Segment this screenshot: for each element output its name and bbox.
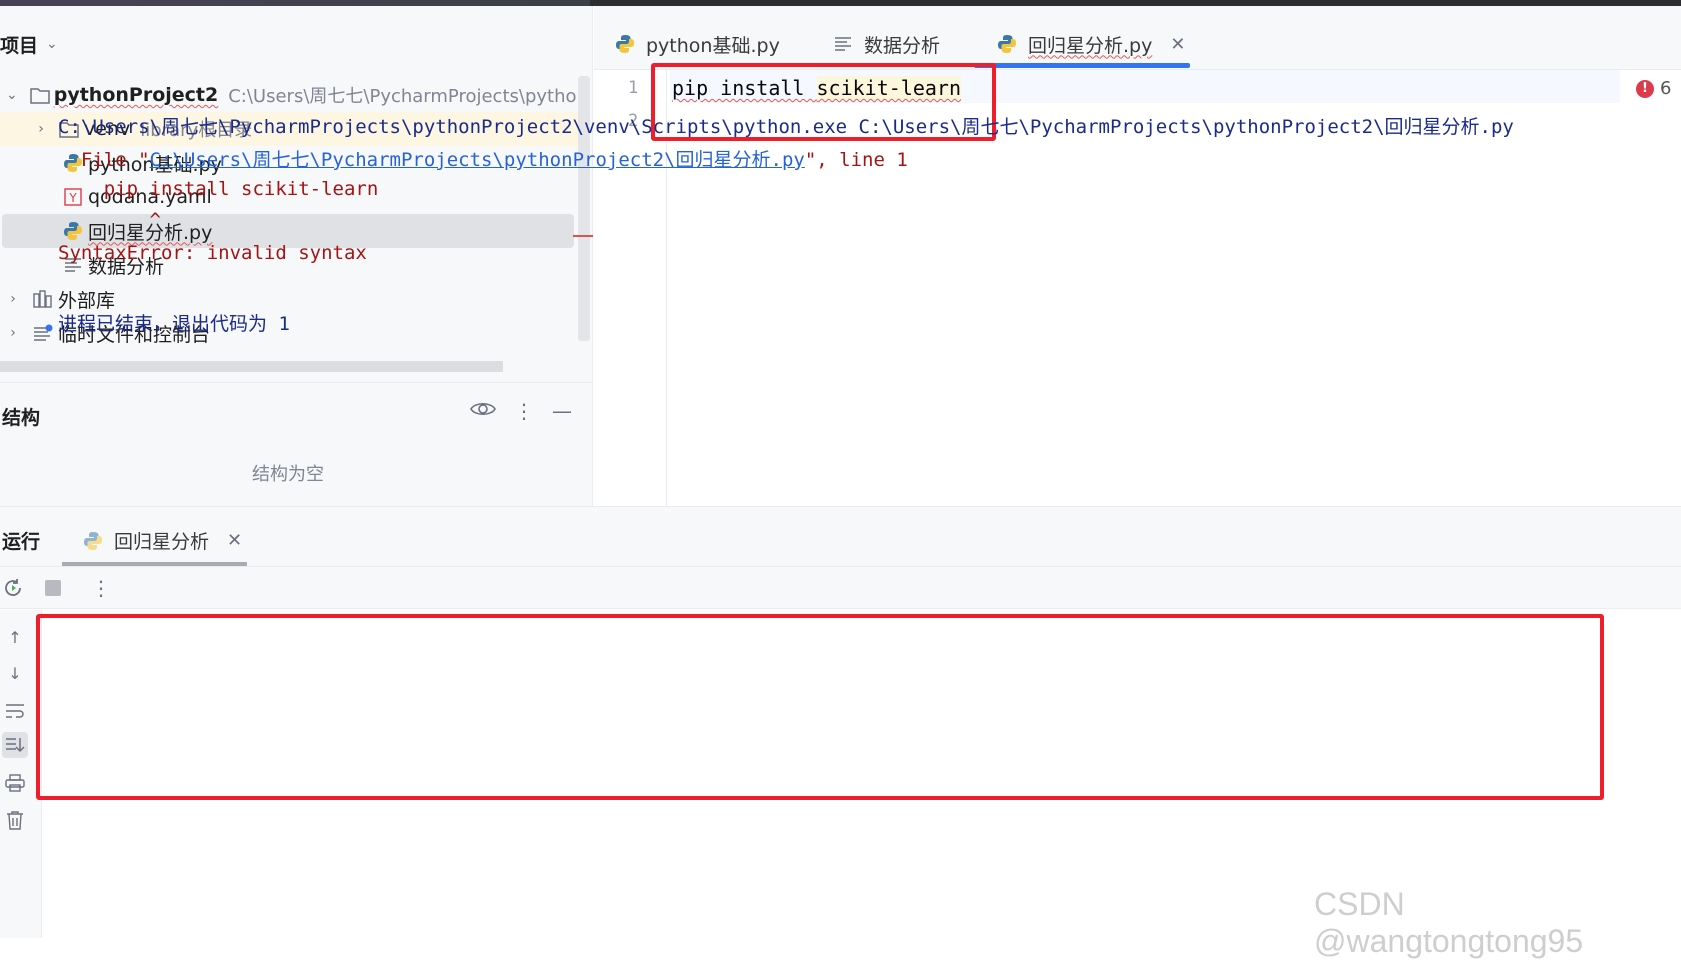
horizontal-scrollbar[interactable] bbox=[0, 361, 503, 372]
chevron-down-icon[interactable]: ⌄ bbox=[46, 36, 58, 52]
console-file-line: File "C:\Users\周七七\PycharmProjects\pytho… bbox=[58, 145, 908, 172]
project-panel-title: 项目 bbox=[0, 34, 39, 57]
console-error-line: SyntaxError: invalid syntax bbox=[58, 242, 367, 264]
console-caret-line: ^ bbox=[58, 209, 161, 231]
highlight-box-console bbox=[36, 614, 1604, 800]
chevron-right-icon[interactable]: › bbox=[6, 291, 20, 307]
python-file-icon bbox=[996, 33, 1018, 55]
trash-icon[interactable] bbox=[2, 807, 28, 833]
console-exit-line: 进程已结束，退出代码为 1 bbox=[58, 313, 290, 335]
structure-empty-text: 结构为空 bbox=[252, 464, 324, 485]
error-marker bbox=[573, 235, 593, 237]
more-options-icon[interactable]: ⋮ bbox=[514, 399, 534, 423]
run-tab[interactable]: 回归星分析 ✕ bbox=[82, 527, 242, 554]
chevron-right-icon[interactable]: › bbox=[6, 325, 20, 341]
close-icon[interactable]: ✕ bbox=[1170, 34, 1185, 55]
scroll-to-end-icon[interactable] bbox=[2, 732, 28, 758]
tab-label: 数据分析 bbox=[864, 34, 941, 57]
rerun-icon[interactable] bbox=[2, 577, 24, 599]
root-path: C:\Users\周七七\PycharmProjects\pythonProj bbox=[228, 86, 578, 107]
library-icon bbox=[32, 288, 54, 310]
console-file-link[interactable]: C:\Users\周七七\PycharmProjects\pythonProje… bbox=[150, 149, 805, 171]
error-icon: ! bbox=[1636, 79, 1654, 98]
error-count: 6 bbox=[1660, 78, 1672, 99]
minimize-icon[interactable]: — bbox=[552, 399, 572, 423]
root-name: pythonProject2 bbox=[53, 84, 219, 106]
eye-icon[interactable] bbox=[470, 399, 496, 423]
run-toolbar: ⋮ bbox=[0, 567, 1681, 609]
chevron-right-icon[interactable]: › bbox=[34, 121, 48, 137]
editor-tab-bar: python基础.py 数据分析 回归星分析.py ✕ bbox=[594, 6, 1681, 70]
soft-wrap-icon[interactable] bbox=[2, 698, 28, 724]
scratches-icon bbox=[32, 322, 54, 344]
folder-icon bbox=[29, 84, 50, 106]
console-text: ", line 1 bbox=[804, 149, 908, 171]
tab-python-basics[interactable]: python基础.py bbox=[614, 26, 780, 62]
print-icon[interactable] bbox=[2, 770, 28, 796]
project-panel-header[interactable]: 项目 ⌄ bbox=[0, 26, 58, 62]
text-file-icon bbox=[832, 33, 854, 55]
tab-data-analysis[interactable]: 数据分析 bbox=[832, 26, 940, 62]
close-icon[interactable]: ✕ bbox=[227, 530, 242, 551]
structure-panel: 结构 ⋮ — 结构为空 bbox=[0, 382, 593, 512]
chevron-down-icon[interactable]: ⌄ bbox=[6, 87, 18, 103]
watermark: CSDN @wangtongtong95 bbox=[1314, 886, 1584, 959]
python-file-icon bbox=[614, 33, 636, 55]
run-tab-indicator bbox=[62, 562, 247, 566]
arrow-up-icon[interactable]: ↑ bbox=[2, 624, 28, 650]
tab-regression-analysis[interactable]: 回归星分析.py ✕ bbox=[996, 26, 1185, 62]
run-tab-label: 回归星分析 bbox=[114, 531, 210, 553]
run-panel-header: 运行 回归星分析 ✕ bbox=[0, 507, 1681, 567]
structure-toolbar: ⋮ — bbox=[470, 399, 572, 423]
tree-item-root[interactable]: ⌄ pythonProject2 C:\Users\周七七\PycharmPro… bbox=[0, 78, 578, 112]
tab-label: 回归星分析.py bbox=[1028, 34, 1153, 57]
console-text: File " bbox=[58, 149, 150, 171]
more-options-icon[interactable]: ⋮ bbox=[90, 576, 112, 600]
run-title: 运行 bbox=[2, 531, 41, 553]
arrow-down-icon[interactable]: ↓ bbox=[2, 660, 28, 686]
console-command-line: C:\Users\周七七\PycharmProjects\pythonProje… bbox=[58, 116, 1514, 138]
structure-title: 结构 bbox=[2, 407, 41, 429]
python-run-icon bbox=[82, 530, 104, 552]
tab-label: python基础.py bbox=[646, 34, 780, 57]
active-tab-indicator bbox=[974, 63, 1190, 68]
error-count-badge[interactable]: ! 6 bbox=[1636, 78, 1671, 99]
stop-icon[interactable] bbox=[42, 577, 64, 599]
console-code-line: pip install scikit-learn bbox=[58, 178, 379, 200]
